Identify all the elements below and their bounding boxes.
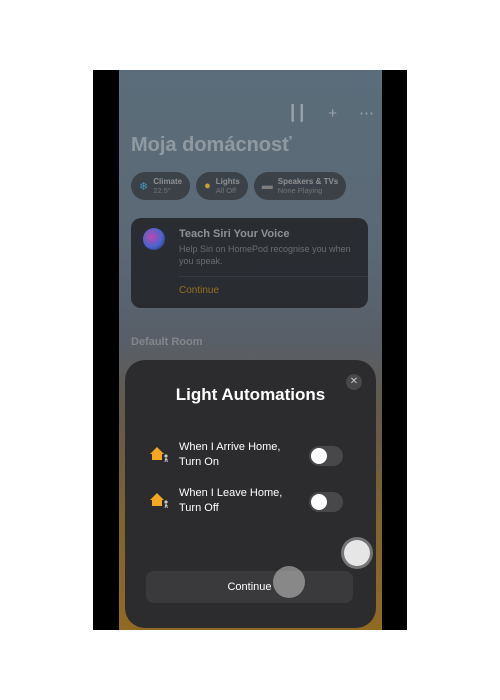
label-line: When I Leave Home,: [179, 487, 283, 499]
sheet-title: Light Automations: [175, 385, 326, 404]
home-person-icon: [150, 493, 168, 509]
leave-toggle[interactable]: [309, 492, 343, 512]
label-line: When I Arrive Home,: [179, 441, 281, 453]
toggle-knob: [311, 494, 327, 510]
automation-row-leave: When I Leave Home, Turn Off: [149, 486, 346, 520]
home-screen: ┃┃ + ⋯ Moja domácnosť ❄ Climate 22.5° ● …: [119, 70, 382, 630]
arrive-toggle[interactable]: [309, 446, 343, 466]
automation-row-arrive: When I Arrive Home, Turn On: [149, 440, 346, 474]
phone-frame: ┃┃ + ⋯ Moja domácnosť ❄ Climate 22.5° ● …: [93, 70, 407, 630]
automation-label: When I Arrive Home, Turn On: [179, 440, 280, 470]
automation-label: When I Leave Home, Turn Off: [179, 486, 282, 516]
toggle-knob: [311, 448, 327, 464]
touch-indicator: [273, 566, 305, 598]
label-line: Turn Off: [179, 502, 219, 514]
continue-button[interactable]: Continue: [146, 571, 353, 603]
light-automations-sheet: ✕ Light Automations When I Arrive Home, …: [125, 360, 376, 628]
label-line: Turn On: [179, 456, 219, 468]
home-person-icon: [150, 447, 168, 463]
touch-indicator-ring: [344, 540, 370, 566]
